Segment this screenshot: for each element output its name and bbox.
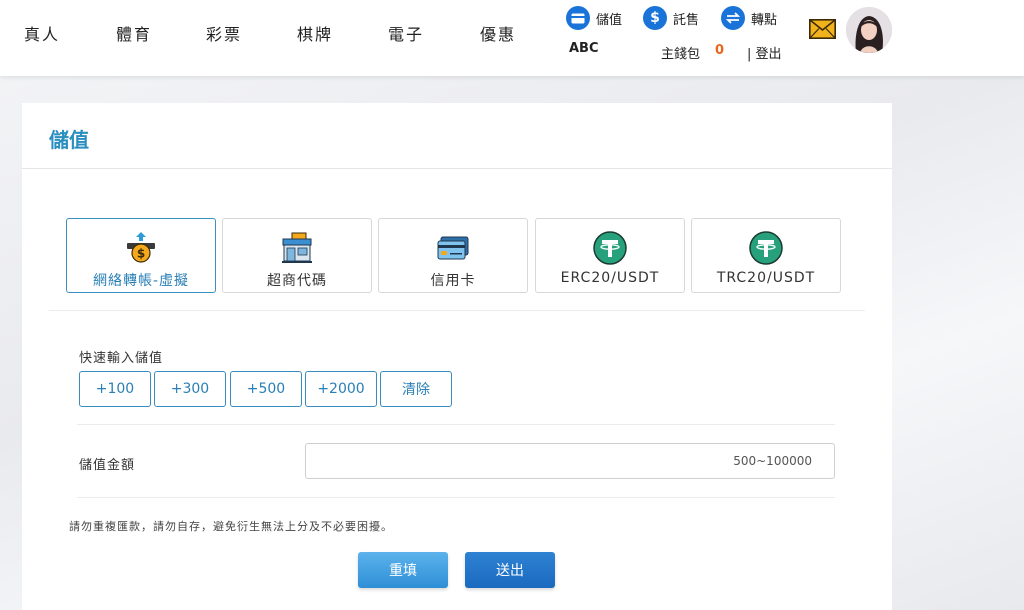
amount-label: 儲值金額 <box>79 458 136 473</box>
method-bank-transfer[interactable]: $ 網絡轉帳-虛擬 <box>66 218 216 293</box>
deposit-action[interactable]: 儲值 <box>566 6 622 30</box>
notice-text: 請勿重複匯款，請勿自存，避免衍生無法上分及不必要困擾。 <box>69 520 393 533</box>
top-navigation-bar: 真人 體育 彩票 棋牌 電子 優惠 儲值 $ 託售 轉點 ABC 主錢包 0 |… <box>0 0 1024 76</box>
bank-deposit-icon: $ <box>124 231 158 265</box>
withdraw-label: 託售 <box>673 12 700 28</box>
dollar-icon: $ <box>643 6 667 30</box>
store-icon <box>280 231 314 265</box>
envelope-icon[interactable] <box>809 19 836 39</box>
method-label: 網絡轉帳-虛擬 <box>92 273 190 289</box>
username: ABC <box>569 41 599 56</box>
method-erc20-usdt[interactable]: ERC20/USDT <box>535 218 685 293</box>
nav-lottery[interactable]: 彩票 <box>206 21 242 45</box>
tether-icon <box>593 231 627 265</box>
card-icon <box>566 6 590 30</box>
divider <box>49 310 865 311</box>
tether-icon <box>749 231 783 265</box>
reset-button[interactable]: 重填 <box>358 552 448 588</box>
amount-input[interactable] <box>305 443 835 479</box>
transfer-label: 轉點 <box>751 12 778 28</box>
credit-card-icon <box>436 231 470 265</box>
divider <box>22 168 892 169</box>
nav-live-casino[interactable]: 真人 <box>24 21 60 45</box>
nav-chess-cards[interactable]: 棋牌 <box>297 21 333 45</box>
transfer-action[interactable]: 轉點 <box>721 6 777 30</box>
submit-button[interactable]: 送出 <box>465 552 555 588</box>
method-label: TRC20/USDT <box>716 270 816 286</box>
method-label: 超商代碼 <box>267 273 327 289</box>
quick-add-2000-button[interactable]: +2000 <box>305 371 377 407</box>
wallet-label: 主錢包 <box>661 47 701 62</box>
avatar[interactable] <box>846 7 892 53</box>
svg-text:$: $ <box>137 247 145 261</box>
method-trc20-usdt[interactable]: TRC20/USDT <box>691 218 841 293</box>
transfer-arrows-icon <box>721 6 745 30</box>
logout-link[interactable]: | 登出 <box>747 43 782 62</box>
withdraw-action[interactable]: $ 託售 <box>643 6 699 30</box>
quick-add-300-button[interactable]: +300 <box>154 371 226 407</box>
method-credit-card[interactable]: 信用卡 <box>378 218 528 293</box>
deposit-label: 儲值 <box>596 12 623 28</box>
method-convenience-store[interactable]: 超商代碼 <box>222 218 372 293</box>
divider <box>77 424 835 425</box>
quick-add-100-button[interactable]: +100 <box>79 371 151 407</box>
divider <box>77 497 835 498</box>
method-label: 信用卡 <box>430 273 476 289</box>
deposit-panel: 儲值 $ 網絡轉帳-虛擬 超商代碼 信用卡 ERC20/USDT TRC20/U… <box>22 103 892 610</box>
quick-add-500-button[interactable]: +500 <box>230 371 302 407</box>
page-title: 儲值 <box>49 128 89 152</box>
nav-sports[interactable]: 體育 <box>116 21 152 45</box>
wallet-balance: 0 <box>715 43 725 58</box>
nav-electronic[interactable]: 電子 <box>388 21 424 45</box>
quick-amount-label: 快速輸入儲值 <box>79 351 164 366</box>
method-label: ERC20/USDT <box>560 270 660 286</box>
clear-button[interactable]: 清除 <box>380 371 452 407</box>
nav-promotions[interactable]: 優惠 <box>480 21 516 45</box>
